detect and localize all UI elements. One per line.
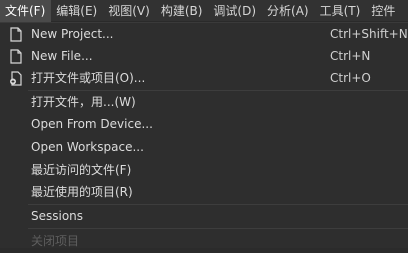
menu-item-label: 打开文件或项目(O)...: [31, 71, 146, 85]
menu-analyze[interactable]: 分析(A): [262, 0, 315, 22]
new-file-icon: [10, 49, 22, 64]
menu-file[interactable]: 文件(F): [0, 0, 52, 22]
menu-separator: [28, 228, 408, 229]
menu-item-new-file[interactable]: New File... Ctrl+N: [0, 45, 408, 68]
menu-item-open-file-with[interactable]: 打开文件，用...(W): [0, 91, 408, 114]
menu-item-close-project: 关闭项目: [0, 230, 408, 253]
menu-item-recent-files[interactable]: 最近访问的文件(F): [0, 159, 408, 182]
menu-build[interactable]: 构建(B): [156, 0, 209, 22]
menu-item-open-workspace[interactable]: Open Workspace...: [0, 136, 408, 159]
menu-bar: 文件(F) 编辑(E) 视图(V) 构建(B) 调试(D) 分析(A) 工具(T…: [0, 0, 408, 22]
menu-item-shortcut: Ctrl+O: [330, 71, 371, 85]
file-menu-dropdown: New Project... Ctrl+Shift+N New File... …: [0, 22, 408, 248]
menu-item-label: Sessions: [31, 209, 84, 223]
menu-item-label: Open From Device...: [31, 117, 153, 131]
new-project-icon: [10, 27, 22, 42]
menu-item-label: 最近使用的项目(R): [31, 185, 133, 199]
menu-tools[interactable]: 工具(T): [315, 0, 367, 22]
menu-item-shortcut: Ctrl+N: [330, 49, 371, 63]
menu-item-label: 打开文件，用...(W): [31, 95, 136, 109]
menu-edit[interactable]: 编辑(E): [51, 0, 103, 22]
menu-item-open-file-or-project[interactable]: 打开文件或项目(O)... Ctrl+O: [0, 67, 408, 90]
menu-controls[interactable]: 控件: [366, 0, 401, 22]
menu-item-label: 最近访问的文件(F): [31, 163, 132, 177]
menu-item-shortcut: Ctrl+Shift+N: [330, 27, 408, 41]
menu-item-label: Open Workspace...: [31, 140, 144, 154]
menu-item-label: 关闭项目: [31, 234, 80, 248]
menu-item-recent-projects[interactable]: 最近使用的项目(R): [0, 181, 408, 204]
menu-item-label: New File...: [31, 49, 93, 63]
open-file-icon: [10, 71, 22, 86]
menu-view[interactable]: 视图(V): [103, 0, 156, 22]
menu-debug[interactable]: 调试(D): [208, 0, 262, 22]
menu-item-new-project[interactable]: New Project... Ctrl+Shift+N: [0, 23, 408, 46]
menu-item-label: New Project...: [31, 27, 114, 41]
menu-item-open-from-device[interactable]: Open From Device...: [0, 113, 408, 136]
menu-item-sessions[interactable]: Sessions: [0, 205, 408, 228]
